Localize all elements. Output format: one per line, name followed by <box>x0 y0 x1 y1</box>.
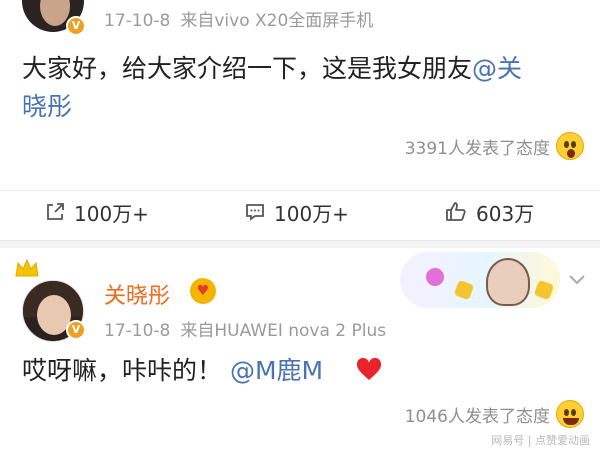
vip-badge-icon: ♥ <box>190 278 216 304</box>
chevron-down-icon <box>569 275 585 285</box>
post-text: 大家好，给大家介绍一下，这是我女朋友@关 晓彤 <box>22 50 582 126</box>
comment-button[interactable]: 100万+ <box>244 191 349 233</box>
laughing-emoji-icon <box>556 400 584 428</box>
heart-icon <box>356 358 382 380</box>
post-source: 来自HUAWEI nova 2 Plus <box>180 321 387 341</box>
like-button[interactable]: 603万 <box>444 191 534 233</box>
username[interactable]: 关晓彤 <box>104 278 170 310</box>
verified-badge-icon: V <box>66 16 86 36</box>
post-source: 来自vivo X20全面屏手机 <box>180 11 374 31</box>
comment-icon <box>246 204 264 221</box>
share-button[interactable]: 100万+ <box>44 191 149 233</box>
like-count: 603万 <box>476 201 535 226</box>
post-text-main: 大家好，给大家介绍一下，这是我女朋友 <box>22 54 473 83</box>
weibo-post-1: V 17-10-8 来自vivo X20全面屏手机 大家好，给大家介绍一下，这是我… <box>0 0 600 240</box>
watermark: 网易号 | 点赞爱动画 <box>491 434 590 447</box>
crown-icon <box>15 258 39 277</box>
reaction-summary[interactable]: 1046人发表了态度 <box>405 400 584 428</box>
weibo-post-2: V 关晓彤 ♥ 17-10-8 来自HUAWEI nova 2 Plus 哎呀嘛，… <box>0 248 600 456</box>
surprised-emoji-icon <box>556 132 584 160</box>
mention-link[interactable]: @关 <box>472 54 522 83</box>
share-icon <box>47 203 64 220</box>
profile-decoration-banner <box>400 252 560 308</box>
mention-link-continued[interactable]: 晓彤 <box>22 92 72 121</box>
post-date: 17-10-8 <box>104 321 171 341</box>
post-text-main: 哎呀嘛，咔咔的！ <box>22 356 223 385</box>
comment-count: 100万+ <box>274 201 349 226</box>
reaction-count: 3391人发表了态度 <box>404 138 550 159</box>
post-meta: 17-10-8 来自vivo X20全面屏手机 <box>104 6 373 31</box>
thumbs-up-icon <box>446 202 466 221</box>
reaction-count: 1046人发表了态度 <box>404 406 550 427</box>
action-bar: 100万+ 100万+ 603万 <box>0 190 600 232</box>
post-divider <box>0 240 600 248</box>
mention-link[interactable]: @M鹿M <box>230 356 323 385</box>
decoration-portrait <box>486 258 530 306</box>
verified-badge-icon: V <box>66 320 86 340</box>
post-text: 哎呀嘛，咔咔的！ @M鹿M <box>22 352 323 390</box>
post-date: 17-10-8 <box>104 11 171 31</box>
share-count: 100万+ <box>74 201 149 226</box>
post-meta: 17-10-8 来自HUAWEI nova 2 Plus <box>104 316 386 341</box>
reaction-summary[interactable]: 3391人发表了态度 <box>405 132 584 160</box>
